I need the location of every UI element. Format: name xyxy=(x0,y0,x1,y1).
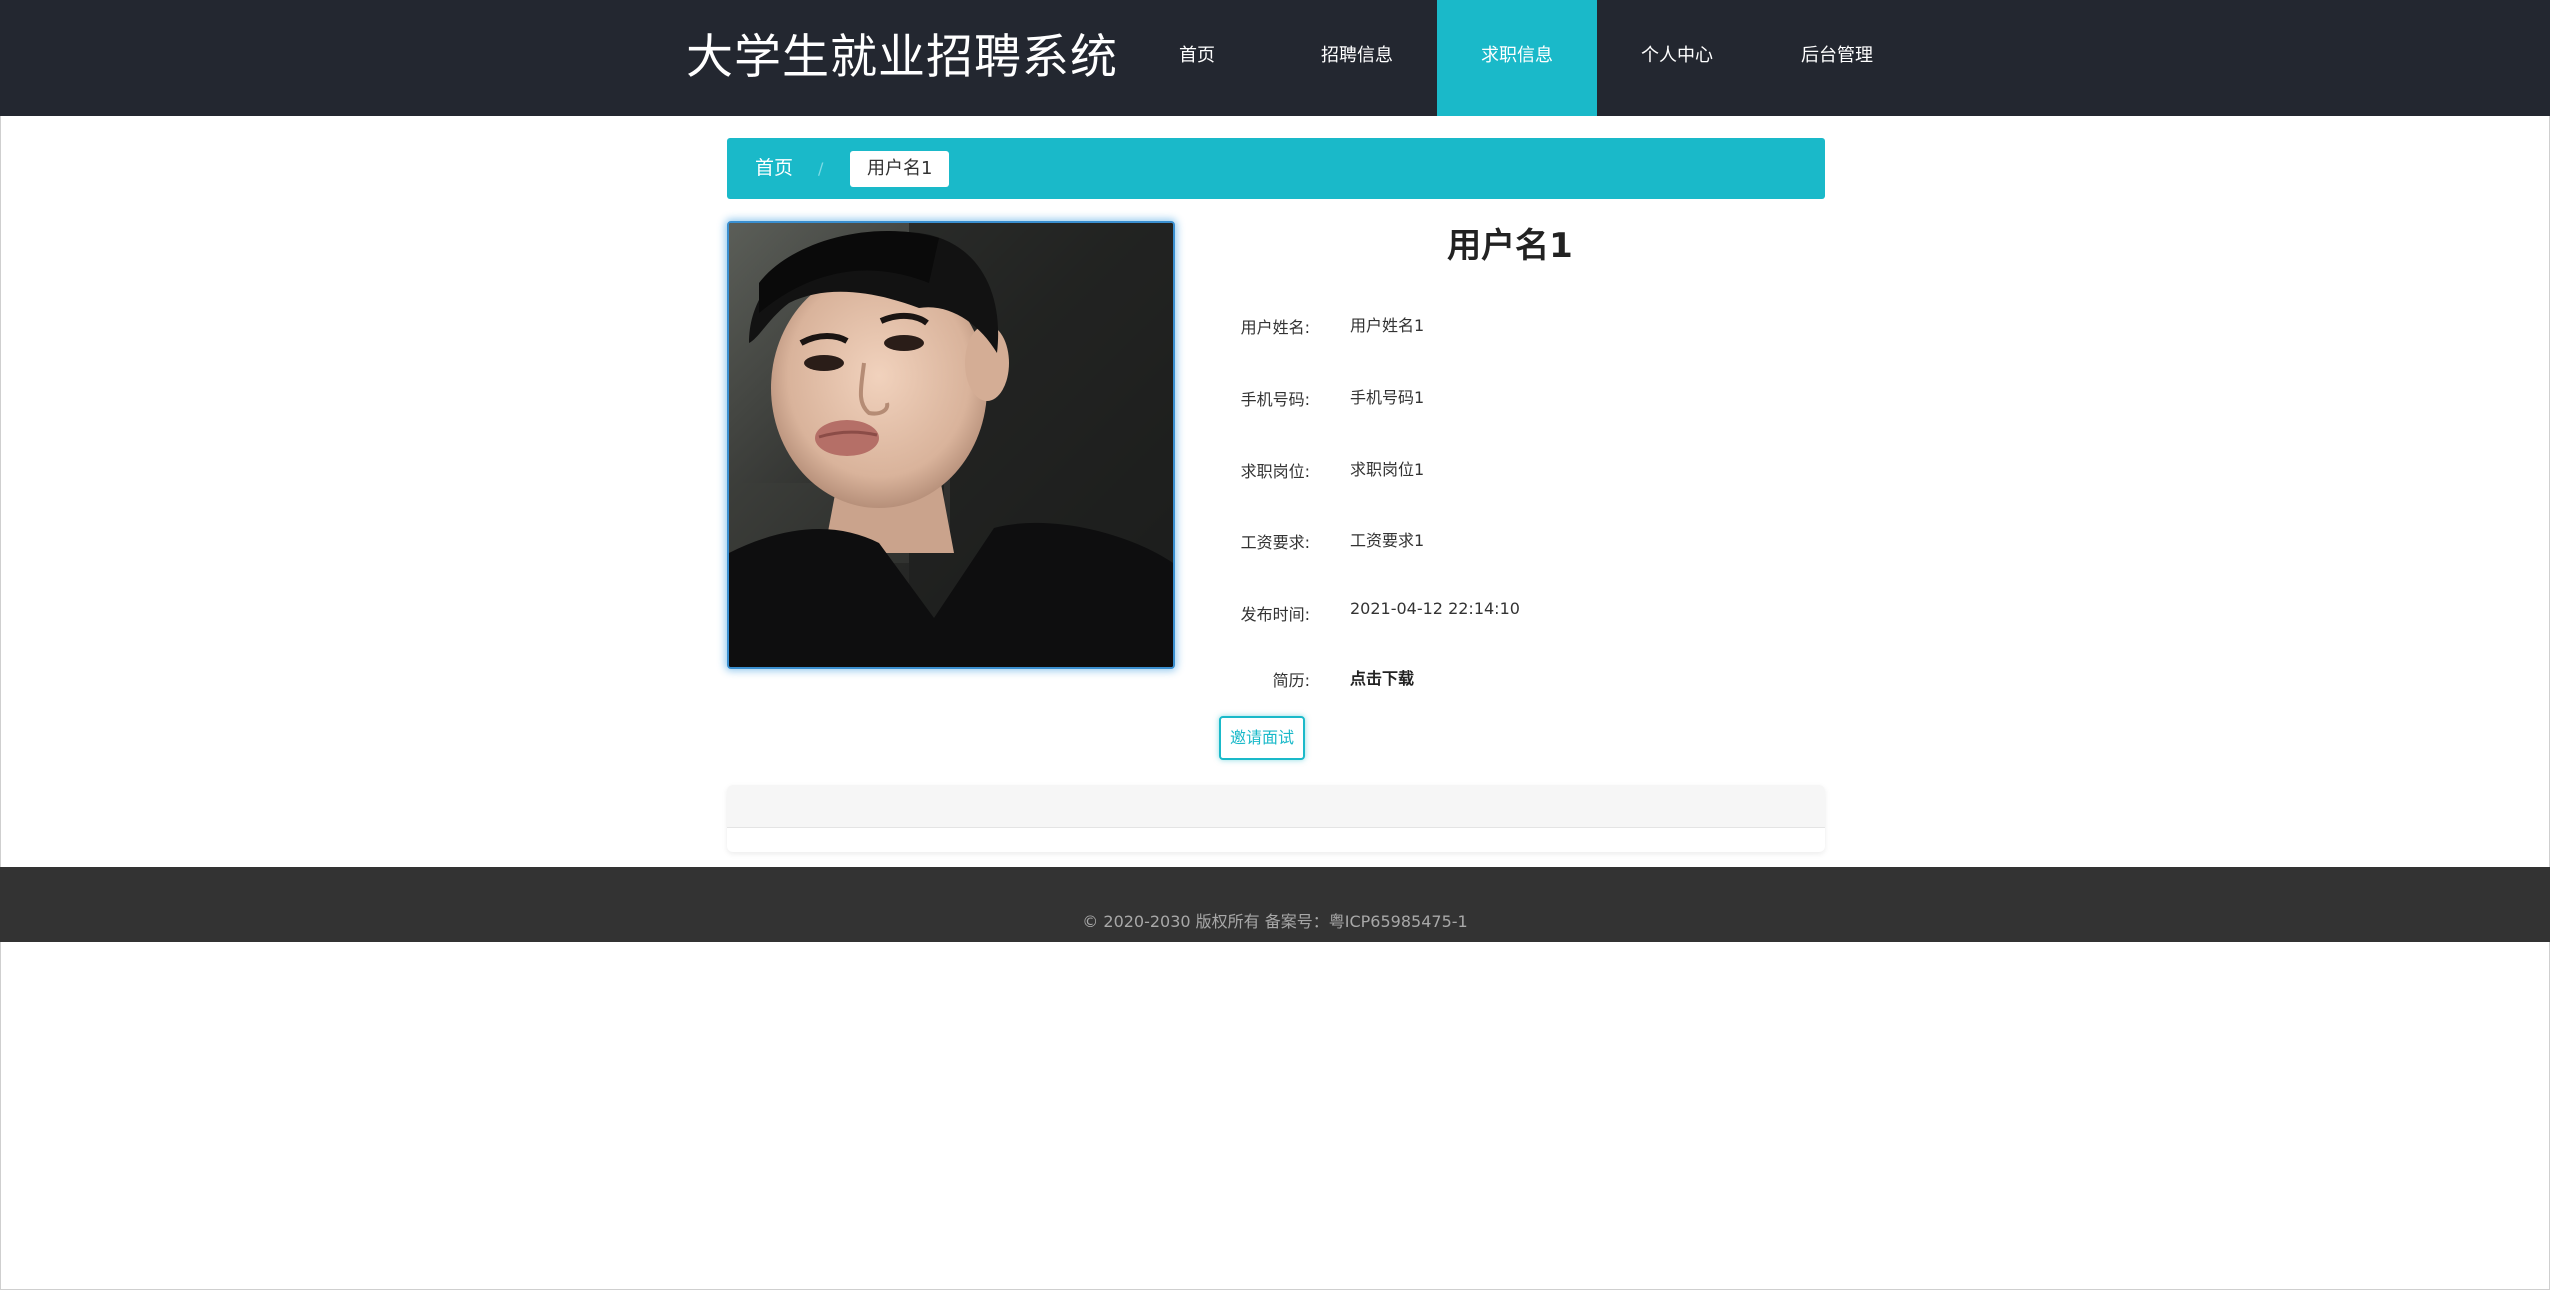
field-label-salary: 工资要求: xyxy=(1240,533,1310,552)
nav-item-job-seekers[interactable]: 求职信息 xyxy=(1437,0,1597,116)
nav-item-home[interactable]: 首页 xyxy=(1117,0,1277,116)
field-label-publish-time: 发布时间: xyxy=(1240,605,1310,624)
breadcrumb-separator: / xyxy=(818,159,824,178)
footer: © 2020-2030 版权所有 备案号：粤ICP65985475-1 xyxy=(0,867,2550,942)
top-navbar: 大学生就业招聘系统 首页 招聘信息 求职信息 个人中心 后台管理 xyxy=(0,0,2550,116)
site-title: 大学生就业招聘系统 xyxy=(686,30,1118,85)
invite-interview-button[interactable]: 邀请面试 xyxy=(1219,716,1305,760)
breadcrumb: 首页 / 用户名1 xyxy=(727,138,1825,199)
comment-panel xyxy=(727,785,1825,852)
field-label-full-name: 用户姓名: xyxy=(1240,318,1310,337)
field-value-phone: 手机号码1 xyxy=(1350,388,1425,407)
main-nav: 首页 招聘信息 求职信息 个人中心 后台管理 xyxy=(1117,0,1917,116)
footer-copyright: © 2020-2030 版权所有 备案号：粤ICP65985475-1 xyxy=(1082,912,1468,931)
resume-download-link[interactable]: 点击下载 xyxy=(1350,665,1414,689)
nav-item-job-postings[interactable]: 招聘信息 xyxy=(1277,0,1437,116)
field-value-position: 求职岗位1 xyxy=(1350,460,1425,479)
field-label-position: 求职岗位: xyxy=(1240,462,1310,481)
user-photo xyxy=(727,221,1175,669)
field-value-salary: 工资要求1 xyxy=(1350,531,1425,550)
nav-item-admin[interactable]: 后台管理 xyxy=(1757,0,1917,116)
field-value-publish-time: 2021-04-12 22:14:10 xyxy=(1350,599,1520,618)
field-value-full-name: 用户姓名1 xyxy=(1350,316,1425,335)
breadcrumb-home-link[interactable]: 首页 xyxy=(755,138,793,199)
nav-item-personal-center[interactable]: 个人中心 xyxy=(1597,0,1757,116)
field-label-phone: 手机号码: xyxy=(1240,390,1310,409)
field-label-resume: 简历: xyxy=(1272,671,1310,690)
user-portrait-photo-icon xyxy=(729,223,1173,667)
user-name-heading: 用户名1 xyxy=(1447,226,1573,266)
comment-panel-header xyxy=(727,785,1825,828)
breadcrumb-current: 用户名1 xyxy=(850,151,950,187)
